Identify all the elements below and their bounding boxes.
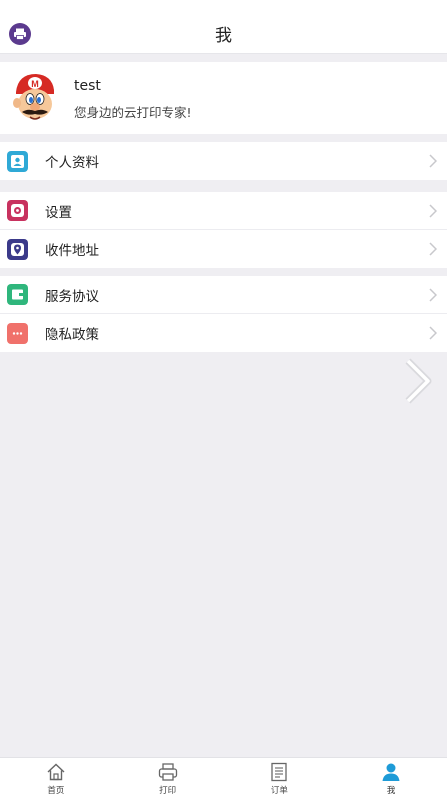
user-icon — [382, 763, 400, 781]
tab-label: 订单 — [270, 786, 288, 796]
menu-group-profile: 个人资料 — [0, 142, 447, 180]
printer-icon[interactable] — [9, 23, 31, 45]
tab-home[interactable]: 首页 — [0, 758, 112, 796]
home-icon — [47, 763, 65, 781]
tab-orders[interactable]: 订单 — [224, 758, 336, 796]
menu-group-legal: 服务协议 隐私政策 — [0, 276, 447, 352]
menu-group-settings: 设置 收件地址 — [0, 192, 447, 268]
chevron-right-icon[interactable] — [404, 358, 434, 404]
profile-subtitle: 您身边的云打印专家! — [74, 105, 192, 120]
menu-label: 服务协议 — [45, 288, 99, 305]
location-icon — [7, 238, 28, 260]
menu-label: 设置 — [45, 204, 72, 221]
tab-print[interactable]: 打印 — [112, 758, 224, 796]
chevron-right-icon — [429, 154, 437, 168]
tab-me[interactable]: 我 — [335, 758, 447, 796]
status-bar — [0, 0, 447, 14]
top-header: 我 — [0, 14, 447, 54]
svg-text:M: M — [31, 79, 39, 89]
username: test — [74, 78, 101, 94]
agreement-icon — [7, 284, 28, 305]
menu-label: 个人资料 — [45, 155, 99, 171]
chevron-right-icon — [429, 242, 437, 256]
profile-card[interactable]: M test 您身边的云打印专家! — [0, 62, 447, 134]
bottom-tab-bar: 首页 打印 订单 我 — [0, 757, 447, 796]
tab-label: 我 — [386, 786, 396, 796]
menu-item-privacy-policy[interactable]: 隐私政策 — [0, 314, 447, 352]
avatar[interactable]: M — [10, 70, 58, 126]
chevron-right-icon — [429, 203, 437, 218]
chevron-right-icon — [429, 326, 437, 340]
profile-icon — [7, 150, 28, 172]
menu-item-address[interactable]: 收件地址 — [0, 230, 447, 268]
privacy-icon — [7, 322, 28, 344]
tab-label: 打印 — [159, 786, 177, 796]
page-title: 我 — [215, 26, 232, 46]
chevron-right-icon — [429, 287, 437, 302]
tab-label: 首页 — [47, 786, 65, 796]
settings-icon — [7, 200, 28, 221]
menu-item-settings[interactable]: 设置 — [0, 192, 447, 230]
menu-item-service-agreement[interactable]: 服务协议 — [0, 276, 447, 314]
orders-icon — [271, 762, 288, 782]
printer-icon — [158, 763, 177, 781]
menu-label: 隐私政策 — [45, 327, 99, 343]
menu-item-personal-info[interactable]: 个人资料 — [0, 142, 447, 180]
menu-label: 收件地址 — [45, 243, 99, 259]
